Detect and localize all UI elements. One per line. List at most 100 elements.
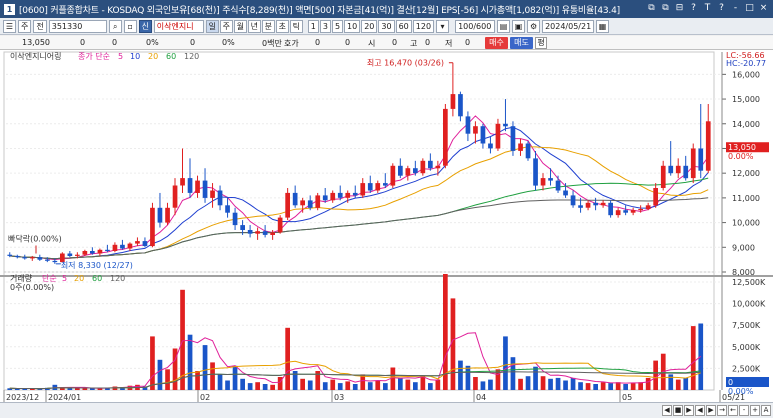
interval-button-3[interactable]: 10: [344, 19, 361, 33]
interval-button-1[interactable]: 3: [319, 19, 331, 33]
stock-code-input[interactable]: 351330: [48, 19, 107, 33]
window-button-7[interactable]: □: [743, 2, 756, 15]
period-button-0[interactable]: 일: [205, 19, 219, 33]
candle-body: [255, 231, 260, 234]
candle-body: [337, 192, 343, 198]
date-input[interactable]: 2024/05/21: [542, 19, 595, 33]
price-panel[interactable]: [3, 51, 715, 273]
candle-body: [157, 207, 163, 223]
candle-body: [360, 183, 366, 196]
volume-bar: [210, 362, 215, 390]
candle-body: [352, 192, 358, 196]
nav-button-4[interactable]: ▶: [706, 405, 716, 416]
window-button-6[interactable]: -: [729, 2, 742, 15]
quote-field-10: 0: [392, 38, 398, 47]
candle-body: [600, 202, 606, 206]
window-button-0[interactable]: ⧉: [645, 2, 658, 15]
window-button-1[interactable]: ⧉: [659, 2, 672, 15]
nav-button-2[interactable]: ▶: [684, 405, 694, 416]
candle-body: [202, 180, 208, 198]
volume-bar: [195, 371, 200, 390]
interval-button-4[interactable]: 20: [361, 19, 378, 33]
ma-period-label-120: 120: [184, 52, 199, 61]
buy-button[interactable]: 매수: [485, 37, 508, 49]
interval-dropdown-icon[interactable]: ▾: [436, 19, 450, 33]
menu-button[interactable]: ☰: [3, 19, 16, 33]
chart-area[interactable]: 16,00015,00014,00013,00012,00011,00010,0…: [0, 50, 773, 402]
lock-icon[interactable]: ▫: [123, 19, 137, 33]
nav-button-6[interactable]: ←: [728, 405, 738, 416]
quote-field-8: 0: [345, 38, 351, 47]
flat-button[interactable]: 평: [535, 37, 547, 49]
candle-body: [307, 200, 313, 208]
calendar-icon[interactable]: ▦: [596, 19, 610, 33]
price-tick-label: 15,000: [732, 95, 760, 104]
period-button-4[interactable]: 분: [261, 19, 275, 33]
period-buttons: 일주월년분초틱: [205, 19, 303, 33]
count-input[interactable]: 100/600: [455, 19, 496, 33]
candle-body: [45, 259, 50, 261]
period-button-6[interactable]: 틱: [289, 19, 303, 33]
window-button-4[interactable]: T: [701, 2, 714, 15]
volume-bar: [465, 365, 471, 390]
volume-bar: [645, 377, 651, 390]
candle-body: [683, 165, 689, 179]
x-tick-label: 03: [334, 393, 344, 402]
quote-field-12: 0: [425, 38, 431, 47]
save-icon[interactable]: ▣: [512, 19, 526, 33]
interval-button-0[interactable]: 1: [307, 19, 319, 33]
scroll-bar[interactable]: ◀ ■ ▶ ◀ ▶ → ← - + A: [0, 402, 773, 418]
search-icon[interactable]: ⌕: [108, 19, 122, 33]
volume-bar: [232, 365, 238, 390]
volume-bar: [488, 379, 493, 390]
candle-body: [375, 183, 381, 191]
candle-body: [105, 249, 110, 251]
volume-bar: [428, 383, 433, 390]
app-icon: 1: [4, 3, 15, 15]
nav-button-5[interactable]: →: [717, 405, 727, 416]
window-button-5[interactable]: ?: [715, 2, 728, 15]
nav-button-7[interactable]: -: [739, 405, 749, 416]
period-button-1[interactable]: 주: [219, 19, 233, 33]
prev-button[interactable]: 전: [33, 19, 47, 33]
sell-button[interactable]: 매도: [510, 37, 533, 49]
interval-button-6[interactable]: 60: [395, 19, 412, 33]
candle-body: [390, 165, 396, 186]
x-tick-label: 05/21: [722, 393, 745, 402]
candle-body: [420, 160, 426, 174]
period-button-2[interactable]: 월: [233, 19, 247, 33]
candlestick-chart[interactable]: 16,00015,00014,00013,00012,00011,00010,0…: [0, 50, 773, 402]
period-button-5[interactable]: 초: [275, 19, 289, 33]
settings-icon[interactable]: ⚙: [527, 19, 541, 33]
quote-field-4: 0%: [222, 38, 235, 47]
volume-bar: [548, 378, 553, 390]
mode-select[interactable]: 주: [18, 19, 32, 33]
nav-button-9[interactable]: A: [761, 405, 771, 416]
volume-bar: [683, 377, 689, 390]
nav-button-3[interactable]: ◀: [695, 405, 705, 416]
window-button-2[interactable]: ⊟: [673, 2, 686, 15]
volume-bar: [578, 382, 583, 390]
stock-badge-icon[interactable]: 신: [138, 19, 152, 33]
interval-button-5[interactable]: 30: [378, 19, 395, 33]
candle-body: [127, 243, 133, 249]
candle-body: [413, 168, 418, 174]
interval-button-2[interactable]: 5: [331, 19, 344, 33]
nav-button-0[interactable]: ◀: [662, 405, 672, 416]
volume-panel[interactable]: [3, 271, 715, 391]
window-button-8[interactable]: ×: [757, 2, 770, 15]
volume-summary: 0주(0.00%): [10, 283, 54, 292]
window-button-3[interactable]: ?: [687, 2, 700, 15]
candle-body: [14, 255, 20, 258]
volume-bar: [600, 382, 606, 390]
candle-body: [690, 148, 696, 179]
interval-button-7[interactable]: 120: [412, 19, 435, 33]
nav-button-1[interactable]: ■: [673, 405, 683, 416]
volume-bar: [608, 383, 613, 390]
chart-type-icon[interactable]: ▤: [497, 19, 511, 33]
nav-buttons: ◀ ■ ▶ ◀ ▶ → ← - + A: [662, 405, 771, 416]
nav-button-8[interactable]: +: [750, 405, 760, 416]
volume-bar: [322, 382, 328, 390]
candle-body: [563, 190, 568, 196]
period-button-3[interactable]: 년: [247, 19, 261, 33]
